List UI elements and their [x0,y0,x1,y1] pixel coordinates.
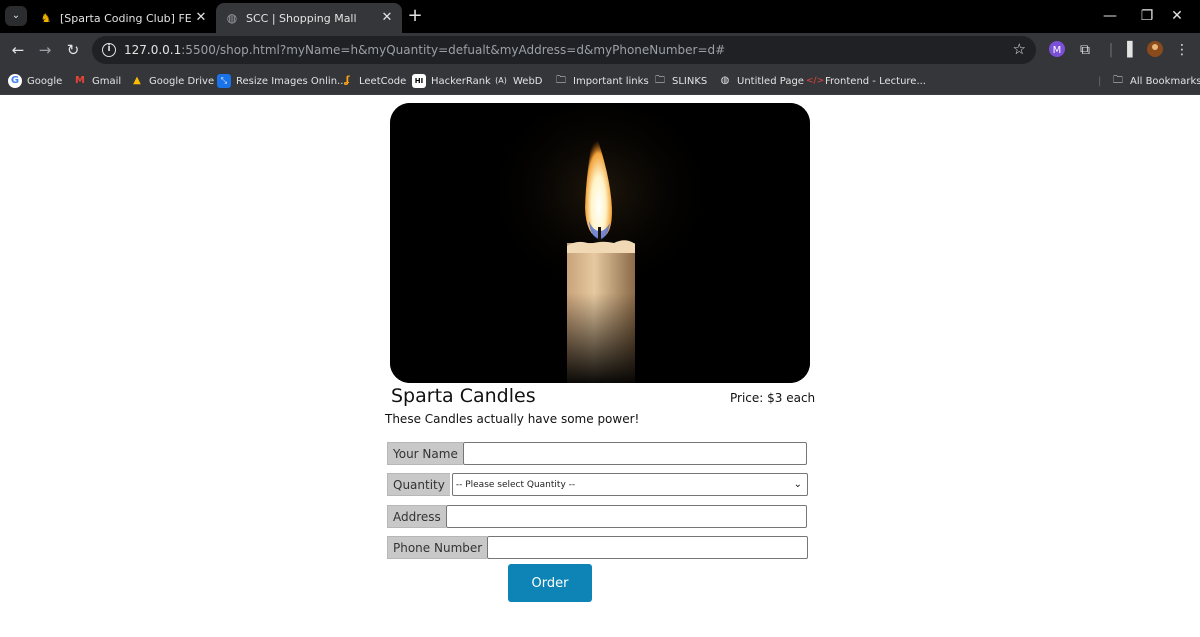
profile-avatar-icon[interactable] [1145,40,1165,60]
bookmark-label: LeetCode [359,75,407,87]
webd-icon: (A) [495,76,507,85]
back-arrow-icon[interactable]: ← [6,38,30,62]
bookmark-untitled-page[interactable]: ◍ Untitled Page [718,72,804,90]
page-content: Sparta Candles Price: $3 each These Cand… [0,95,1200,637]
browser-chrome: ⌄ ♞ [Sparta Coding Club] FE Week 1 ✕ ◍ S… [0,0,1200,95]
globe-favicon-icon: ◍ [226,11,238,25]
bookmark-label: All Bookmarks [1130,75,1200,87]
product-title: Sparta Candles [391,385,536,407]
bookmark-label: SLINKS [672,75,708,87]
bookmark-google-drive[interactable]: ▲ Google Drive [130,72,214,90]
bookmark-gmail[interactable]: M Gmail [73,72,121,90]
bookmark-hackerrank[interactable]: HI HackerRank [412,72,491,90]
quantity-selected-value: -- Please select Quantity -- [455,479,576,490]
bookmark-slinks[interactable]: 🗀 SLINKS [653,72,707,90]
product-description: These Candles actually have some power! [385,412,640,426]
bookmark-frontend-lecture[interactable]: </> Frontend - Lecture... [806,72,926,90]
tab-title: [Sparta Coding Club] FE Week 1 [60,11,194,25]
globe-icon: ◍ [720,75,730,86]
bookmark-label: WebD [513,75,543,87]
bookmark-all-bookmarks[interactable]: 🗀 All Bookmarks [1111,72,1200,90]
address-label: Address [387,505,446,528]
tab-shopping-mall[interactable]: ◍ SCC | Shopping Mall ✕ [216,3,402,33]
bookmark-label: Google Drive [149,75,215,87]
browser-toolbar: ← → ↻ i 127.0.0.1:5500/shop.html?myName=… [0,33,1200,66]
sparta-favicon-icon: ♞ [40,11,52,25]
tab-strip: ⌄ ♞ [Sparta Coding Club] FE Week 1 ✕ ◍ S… [0,0,1200,33]
address-input[interactable] [445,505,807,528]
chevron-down-icon: ⌄ [793,479,802,490]
gmail-icon: M [75,75,85,86]
quantity-label: Quantity [387,473,450,496]
bookmark-star-icon[interactable]: ☆ [1013,40,1026,58]
side-panel-icon[interactable]: ▐ [1117,40,1137,60]
candle-image [390,103,810,383]
google-icon: G [8,74,22,88]
bookmark-webd[interactable]: (A) WebD [494,72,543,90]
bookmark-important-links[interactable]: 🗀 Important links [554,72,649,90]
folder-icon: 🗀 [1113,75,1123,86]
forward-arrow-icon[interactable]: → [33,38,57,62]
name-field-group: Your Name [387,442,807,465]
new-tab-button[interactable]: + [404,6,426,26]
svg-text:M: M [1053,45,1062,56]
menu-kebab-icon[interactable]: ⋮ [1172,40,1192,60]
bookmark-resize-images[interactable]: ⤡ Resize Images Onlin... [217,72,347,90]
tab-close-icon[interactable]: ✕ [380,11,394,25]
leetcode-icon: ʆ [344,75,350,86]
url-host: 127.0.0.1 [124,43,182,57]
bookmark-label: Gmail [92,75,122,87]
bookmarks-bar: G Google M Gmail ▲ Google Drive ⤡ Resize… [0,66,1200,95]
url-text: 127.0.0.1:5500/shop.html?myName=h&myQuan… [124,43,725,57]
url-path: :5500/shop.html?myName=h&myQuantity=defu… [181,43,726,57]
bookmark-label: HackerRank [431,75,491,87]
hackerrank-icon: HI [412,74,426,88]
bookmark-label: Google [27,75,63,87]
phone-label: Phone Number [387,536,488,559]
order-button[interactable]: Order [508,564,592,602]
quantity-field-group: Quantity -- Please select Quantity -- ⌄ [387,473,808,496]
resize-icon: ⤡ [217,74,231,88]
code-icon: </> [806,76,825,86]
folder-icon: 🗀 [655,75,665,86]
bookmark-label: Resize Images Onlin... [236,75,347,87]
name-input[interactable] [462,442,807,465]
address-bar[interactable]: i 127.0.0.1:5500/shop.html?myName=h&myQu… [92,36,1036,64]
extensions-puzzle-icon[interactable]: ⧉ [1075,40,1095,60]
tab-sparta-week1[interactable]: ♞ [Sparta Coding Club] FE Week 1 ✕ [30,3,216,33]
folder-icon: 🗀 [556,75,566,86]
bookmark-google[interactable]: G Google [8,72,62,90]
bookmark-label: Important links [573,75,649,87]
bookmark-leetcode[interactable]: ʆ LeetCode [340,72,406,90]
site-info-icon[interactable]: i [102,43,116,57]
tab-close-icon[interactable]: ✕ [194,11,208,25]
name-label: Your Name [387,442,463,465]
bookmarks-divider: | [1098,75,1102,87]
product-price: Price: $3 each [730,391,816,405]
reload-icon[interactable]: ↻ [61,38,85,62]
address-field-group: Address [387,505,807,528]
tab-search-button[interactable]: ⌄ [5,6,27,26]
tab-title: SCC | Shopping Mall [246,11,357,25]
bookmark-label: Frontend - Lecture... [825,75,926,87]
bookmark-label: Untitled Page [737,75,804,87]
drive-icon: ▲ [133,75,141,86]
phone-input[interactable] [487,536,808,559]
close-window-icon[interactable]: ✕ [1154,0,1200,33]
quantity-select[interactable]: -- Please select Quantity -- ⌄ [451,473,808,496]
extension-profile-icon[interactable]: M [1047,40,1067,60]
phone-field-group: Phone Number [387,536,808,559]
